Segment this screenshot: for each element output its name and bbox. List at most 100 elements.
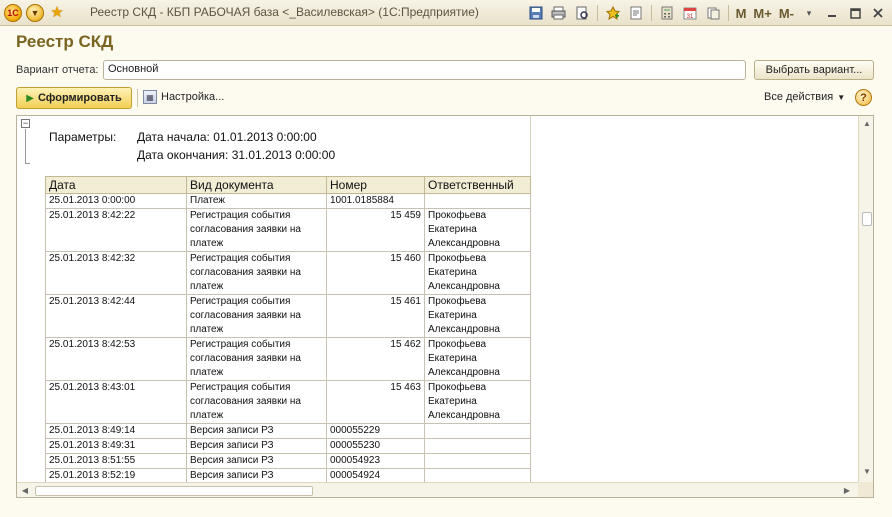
table-row[interactable]: 25.01.2013 8:42:22 Регистрация события со…	[45, 208, 531, 252]
generate-button[interactable]: ▶ Сформировать	[16, 87, 132, 109]
cell-responsible[interactable]: Прокофьева Екатерина Александровна	[424, 294, 531, 338]
cell-date[interactable]: 25.01.2013 0:00:00	[45, 193, 187, 209]
cell-number[interactable]: 15 460	[326, 251, 425, 295]
cell-responsible[interactable]: Прокофьева Екатерина Александровна	[424, 251, 531, 295]
scroll-right-icon[interactable]: ▶	[841, 485, 853, 497]
cell-responsible[interactable]	[424, 453, 531, 469]
table-row[interactable]: 25.01.2013 8:43:01 Регистрация события со…	[45, 380, 531, 424]
cell-responsible[interactable]	[424, 438, 531, 454]
variant-label: Вариант отчета:	[16, 64, 99, 76]
app-logo-icon[interactable]: 1С	[4, 3, 22, 22]
window-title: Реестр СКД - КБП РАБОЧАЯ база <_Василевс…	[90, 5, 479, 19]
cell-number[interactable]: 15 462	[326, 337, 425, 381]
memory-plus-button[interactable]: M+	[751, 3, 773, 23]
cell-date[interactable]: 25.01.2013 8:49:14	[45, 423, 187, 439]
save-icon[interactable]	[526, 3, 546, 23]
calendar-icon[interactable]: 31	[680, 3, 700, 23]
cell-date[interactable]: 25.01.2013 8:42:53	[45, 337, 187, 381]
cell-doc-type[interactable]: Версия записи РЗ	[186, 453, 327, 469]
column-header-responsible[interactable]: Ответственный	[424, 176, 531, 194]
svg-text:31: 31	[686, 14, 693, 20]
cell-doc-type[interactable]: Версия записи РЗ	[186, 423, 327, 439]
calculator-icon[interactable]	[657, 3, 677, 23]
report-table: Дата Вид документа Номер Ответственный 2…	[45, 176, 531, 484]
settings-button[interactable]: ▦ Настройка...	[143, 90, 224, 104]
vertical-scroll-thumb[interactable]	[862, 212, 872, 226]
cell-number[interactable]: 15 459	[326, 208, 425, 252]
memory-minus-button[interactable]: M-	[777, 3, 796, 23]
table-row[interactable]: 25.01.2013 8:49:31 Версия записи РЗ 000055…	[45, 438, 531, 454]
cell-responsible[interactable]: Прокофьева Екатерина Александровна	[424, 380, 531, 424]
all-actions-label: Все действия	[764, 91, 834, 103]
scroll-left-icon[interactable]: ◀	[19, 485, 31, 497]
collapse-group-icon[interactable]: −	[21, 119, 30, 128]
table-row[interactable]: 25.01.2013 8:42:53 Регистрация события со…	[45, 337, 531, 381]
cell-date[interactable]: 25.01.2013 8:42:44	[45, 294, 187, 338]
cell-number[interactable]: 15 463	[326, 380, 425, 424]
table-row[interactable]: 25.01.2013 8:51:55 Версия записи РЗ 000054…	[45, 453, 531, 469]
settings-label: Настройка...	[161, 91, 225, 103]
cell-doc-type[interactable]: Регистрация события согласования заявки …	[186, 251, 327, 295]
memory-button[interactable]: M	[734, 3, 749, 23]
table-row[interactable]: 25.01.2013 8:42:32 Регистрация события со…	[45, 251, 531, 295]
help-icon[interactable]: ?	[855, 89, 872, 106]
column-header-doc-type[interactable]: Вид документа	[186, 176, 327, 194]
minimize-icon[interactable]	[822, 3, 842, 23]
cell-responsible[interactable]	[424, 423, 531, 439]
title-bar: 1С ▼ ★ Реестр СКД - КБП РАБОЧАЯ база <_В…	[0, 0, 892, 26]
print-icon[interactable]	[549, 3, 569, 23]
settings-icon: ▦	[143, 90, 157, 104]
report-spreadsheet[interactable]: − Параметры: Дата начала: 01.01.2013 0:0…	[16, 115, 874, 498]
cell-number[interactable]: 000055230	[326, 438, 425, 454]
cell-date[interactable]: 25.01.2013 8:42:22	[45, 208, 187, 252]
chevron-down-icon: ▼	[837, 92, 846, 102]
cell-number[interactable]: 000054923	[326, 453, 425, 469]
cell-doc-type[interactable]: Регистрация события согласования заявки …	[186, 208, 327, 252]
cell-number[interactable]: 000055229	[326, 423, 425, 439]
print-preview-icon[interactable]	[572, 3, 592, 23]
cell-responsible[interactable]	[424, 193, 531, 209]
main-menu-icon[interactable]: ▼	[26, 3, 44, 22]
cell-doc-type[interactable]: Регистрация события согласования заявки …	[186, 337, 327, 381]
cell-doc-type[interactable]: Платеж	[186, 193, 327, 209]
start-date: Дата начала: 01.01.2013 0:00:00	[137, 130, 317, 144]
add-favorite-icon[interactable]	[603, 3, 623, 23]
column-header-date[interactable]: Дата	[45, 176, 187, 194]
toolbar-menu-icon[interactable]: ▾	[799, 3, 819, 23]
choose-variant-button[interactable]: Выбрать вариант...	[754, 60, 874, 80]
cell-responsible[interactable]: Прокофьева Екатерина Александровна	[424, 337, 531, 381]
column-header-number[interactable]: Номер	[326, 176, 425, 194]
cell-date[interactable]: 25.01.2013 8:42:32	[45, 251, 187, 295]
favorites-star-icon[interactable]: ★	[48, 4, 66, 22]
cell-number[interactable]: 1001.0185884	[326, 193, 425, 209]
cell-responsible[interactable]: Прокофьева Екатерина Александровна	[424, 208, 531, 252]
cell-date[interactable]: 25.01.2013 8:43:01	[45, 380, 187, 424]
cell-date[interactable]: 25.01.2013 8:49:31	[45, 438, 187, 454]
horizontal-scroll-thumb[interactable]	[35, 486, 313, 496]
cell-date[interactable]: 25.01.2013 8:51:55	[45, 453, 187, 469]
close-icon[interactable]	[868, 3, 888, 23]
form-heading: Реестр СКД	[16, 32, 114, 51]
horizontal-scrollbar[interactable]: ◀ ▶	[17, 482, 873, 497]
copy-to-clipboard-icon[interactable]	[703, 3, 723, 23]
play-icon: ▶	[26, 92, 34, 104]
group-gutter: −	[17, 116, 45, 482]
generate-button-label: Сформировать	[37, 92, 122, 104]
table-row[interactable]: 25.01.2013 0:00:00 Платеж 1001.0185884	[45, 193, 531, 209]
cell-number[interactable]: 15 461	[326, 294, 425, 338]
all-actions-menu[interactable]: Все действия ▼	[764, 91, 845, 103]
toolbar-separator	[137, 89, 138, 107]
variant-field[interactable]: Основной	[103, 60, 746, 80]
table-row[interactable]: 25.01.2013 8:42:44 Регистрация события со…	[45, 294, 531, 338]
maximize-icon[interactable]	[845, 3, 865, 23]
cell-doc-type[interactable]: Версия записи РЗ	[186, 438, 327, 454]
params-label: Параметры:	[49, 130, 117, 144]
cell-doc-type[interactable]: Регистрация события согласования заявки …	[186, 380, 327, 424]
scroll-down-icon[interactable]: ▼	[861, 466, 873, 478]
vertical-scrollbar[interactable]: ▲ ▼	[858, 116, 873, 482]
scroll-up-icon[interactable]: ▲	[861, 118, 873, 130]
table-row[interactable]: 25.01.2013 8:49:14 Версия записи РЗ 000055…	[45, 423, 531, 439]
cell-doc-type[interactable]: Регистрация события согласования заявки …	[186, 294, 327, 338]
history-icon[interactable]	[626, 3, 646, 23]
scroll-corner	[858, 482, 873, 497]
